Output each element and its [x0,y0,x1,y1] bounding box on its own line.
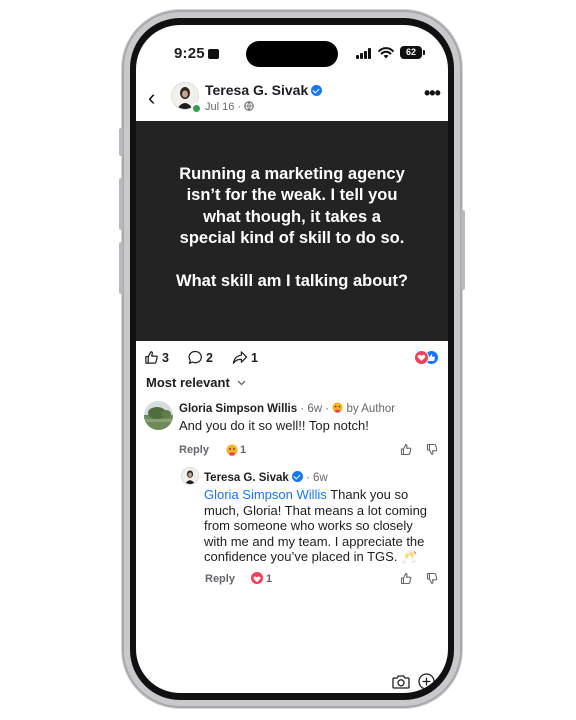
upvote-icon[interactable] [400,443,412,456]
post-actions-row: 3 2 1 [136,348,448,370]
reply-text-line-2: much, Gloria! That means a lot coming [204,502,428,518]
share-count: 1 [251,351,258,365]
post-author-name[interactable]: Teresa G. Sivak [205,82,323,98]
share-button[interactable]: 1 [232,350,258,365]
downvote-icon[interactable] [426,443,438,456]
id-card-icon [207,49,219,59]
comment-text: And you do it so well!! Top notch! [179,418,369,433]
back-chevron-icon[interactable]: ‹ [148,85,155,111]
comment-composer [136,671,448,691]
care-reaction-icon[interactable] [226,443,238,456]
reply-text-line-3: from someone who works so closely [204,518,413,533]
status-time-text: 9:25 [174,45,205,62]
commenter-avatar-image [144,401,173,430]
action-button [119,128,123,156]
post-text-line-2: isn’t for the weak. I tell you [186,186,398,204]
mention-link[interactable]: Gloria Simpson Willis [204,487,327,502]
wifi-icon [378,47,394,59]
camera-icon[interactable] [392,674,410,689]
downvote-icon[interactable] [426,572,438,585]
globe-icon [244,101,254,111]
post-text-line-3: what though, it takes a [203,208,381,226]
reply-text-line-4: with me and my team. I appreciate the [204,533,425,549]
reply-author-avatar-image [182,468,198,484]
post-date[interactable]: Jul 16 · [205,101,254,113]
comment-bubble-icon [188,350,202,364]
power-button [461,210,465,290]
add-attachment-icon[interactable] [418,673,435,690]
chevron-down-icon [237,380,246,386]
reply-reply-button[interactable]: Reply [205,573,235,585]
reaction-summary[interactable] [414,350,440,365]
verified-badge-icon [311,85,323,96]
post-text-line-4: special kind of skill to do so. [179,229,405,247]
reply-text-line-1: Gloria Simpson Willis Thank you so [204,487,448,503]
comment-age: · 6w · [300,403,330,415]
verified-badge-icon [291,471,303,482]
comments-sort-label: Most relevant [146,375,230,390]
comment-reply-button[interactable]: Reply [179,444,209,456]
upvote-icon[interactable] [400,572,412,585]
comment-author[interactable]: Gloria Simpson Willis · 6w · by Author [179,402,395,415]
screen: 9:25 62 ‹ Teresa G. Sivak Jul 16 · ••• R… [136,25,448,693]
comments-sort-dropdown[interactable]: Most relevant [146,375,246,390]
phone-frame: 9:25 62 ‹ Teresa G. Sivak Jul 16 · ••• R… [119,10,465,708]
status-time: 9:25 [174,45,219,62]
reply-author[interactable]: Teresa G. Sivak · 6w [204,471,328,484]
post-header: ‹ Teresa G. Sivak Jul 16 · ••• [136,77,448,121]
dynamic-island [246,41,338,67]
post-author-name-text: Teresa G. Sivak [205,82,309,98]
by-author-label: by Author [346,403,396,415]
status-bar: 9:25 62 [136,25,448,69]
comment-count: 2 [206,351,213,365]
reply-text-line-5: confidence you’ve placed in TGS. 🥂 [204,549,418,564]
love-reaction-icon[interactable] [251,572,263,584]
battery-icon: 62 [400,46,425,59]
comment-author-name: Gloria Simpson Willis [179,403,298,415]
reply-text-line-1-rest: Thank you so [326,487,409,502]
volume-up-button [119,178,123,230]
comment-button[interactable]: 2 [188,350,213,365]
care-emoji-icon [332,402,343,413]
more-options-icon[interactable]: ••• [424,83,441,104]
post-text-line-6: What skill am I talking about? [176,272,408,290]
post-date-text: Jul 16 · [205,101,242,113]
post-text-line-1: Running a marketing agency [179,165,405,183]
cellular-signal-icon [356,48,373,59]
author-reacted-badge: by Author [332,402,396,415]
comment-reaction-count: 1 [240,444,247,456]
reply-age: · 6w [306,472,328,484]
commenter-avatar[interactable] [144,401,173,430]
post-image[interactable]: Running a marketing agency isn’t for the… [136,121,448,341]
share-arrow-icon [232,351,248,364]
love-reaction-icon [414,350,429,365]
like-button[interactable]: 3 [144,350,169,365]
reply-text: Gloria Simpson Willis Thank you so much,… [204,487,448,565]
battery-level: 62 [405,47,416,57]
thumbs-up-icon [145,351,158,364]
reply-reaction-count: 1 [266,573,273,585]
like-count: 3 [162,351,169,365]
volume-down-button [119,242,123,294]
online-status-dot [191,103,202,114]
reply-author-name: Teresa G. Sivak [204,472,289,484]
reply-author-avatar[interactable] [181,467,199,485]
